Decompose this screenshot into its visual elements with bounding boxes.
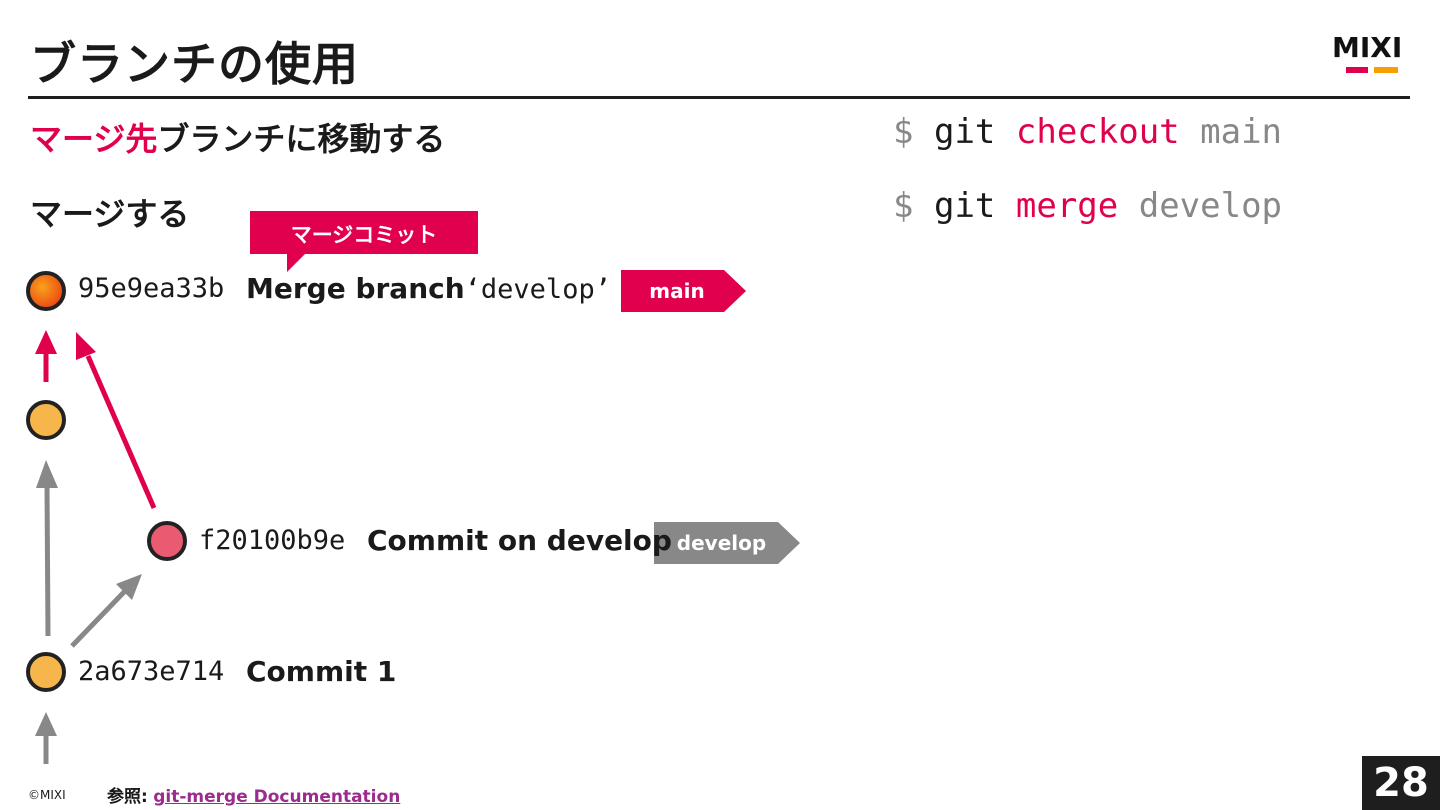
commit-graph xyxy=(26,211,800,764)
commit-node-merge xyxy=(26,271,66,311)
copyright: ©MIXI xyxy=(28,788,66,802)
callout-label: マージコミット xyxy=(290,223,438,247)
arrow-main-parent-to-merge xyxy=(35,330,57,382)
reference-link[interactable]: git-merge Documentation xyxy=(153,787,400,807)
commit-node-develop xyxy=(147,521,187,561)
arrow-commit-1-to-main-parent xyxy=(36,460,58,637)
arrow-commit-1-to-develop xyxy=(70,574,142,648)
arrow-into-commit-1 xyxy=(35,712,57,764)
arrow-develop-to-merge xyxy=(76,332,157,509)
commit-message: Merge branch‘develop’ xyxy=(246,272,611,305)
commit-message: Commit on develop xyxy=(367,524,672,557)
commit-hash: f20100b9e xyxy=(199,525,346,556)
commit-node-commit-1 xyxy=(26,652,66,692)
commit-node-main-parent xyxy=(26,400,66,440)
commit-hash: 95e9ea33b xyxy=(78,273,225,304)
commit-message-text: Merge branch xyxy=(246,272,465,305)
branch-tag-main: main xyxy=(649,279,705,303)
branch-tag-develop: develop xyxy=(676,531,767,555)
commit-message-quoted: ‘develop’ xyxy=(464,274,611,305)
reference: 参照: git-merge Documentation xyxy=(107,782,400,807)
page-number: 28 xyxy=(1362,756,1440,810)
commit-message: Commit 1 xyxy=(246,655,397,688)
commit-hash: 2a673e714 xyxy=(78,656,225,687)
reference-label: 参照: xyxy=(107,787,148,807)
